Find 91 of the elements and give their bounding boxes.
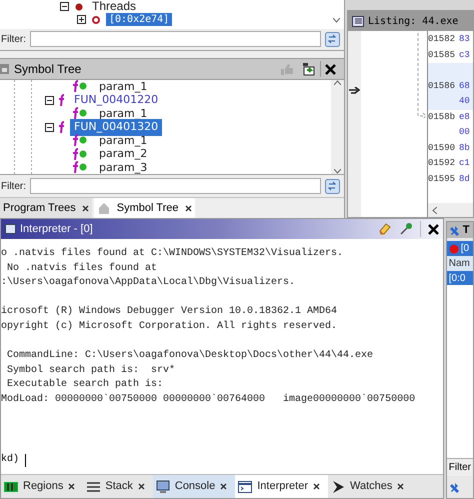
thumb-icon[interactable]	[280, 62, 294, 76]
collapse-icon[interactable]	[45, 122, 54, 132]
tree-item[interactable]: Threads	[89, 0, 140, 13]
parameter-icon	[72, 161, 87, 174]
terminal-icon	[238, 480, 252, 494]
bytes-text: 8b	[459, 142, 470, 154]
tab[interactable]: Interpreter	[235, 475, 328, 498]
field-label: Filter:	[1, 32, 26, 47]
bytes-text: e8	[459, 110, 470, 124]
expand-icon[interactable]	[77, 15, 86, 24]
scroll-up-icon[interactable]	[334, 80, 341, 86]
tree-item[interactable]: [0:0x2e74]	[106, 13, 172, 26]
tab[interactable]: Program Trees	[0, 198, 92, 218]
address-text: 01585	[428, 48, 455, 62]
eraser-icon[interactable]	[376, 222, 391, 236]
thread-title: [0	[460, 242, 470, 256]
address-text: 01595	[428, 172, 455, 186]
record-icon	[448, 244, 459, 254]
prompt-text: kd)	[1, 453, 20, 468]
scroll-down-icon[interactable]	[334, 169, 341, 174]
flow-arrow-icon	[349, 87, 360, 94]
terminal-icon	[5, 224, 16, 234]
console-line: o .natvis files found at C:\WINDOWS\SYSTEM32\Visualizers.	[1, 247, 344, 261]
close-icon[interactable]	[138, 483, 145, 490]
filter-icon[interactable]	[325, 178, 340, 194]
address-text: 01590	[428, 142, 455, 154]
address-text: 01582	[428, 33, 455, 46]
panel-title: Interpreter - [0]	[20, 222, 93, 237]
lines-icon	[86, 480, 100, 494]
filter-field[interactable]	[30, 178, 321, 194]
bytes-text: 8d	[459, 172, 470, 186]
collapse-icon[interactable]	[45, 96, 54, 105]
text-cursor	[25, 454, 26, 468]
tree-icon	[0, 62, 10, 76]
parameter-icon	[72, 107, 87, 120]
bytes-text: c1	[459, 157, 470, 170]
console-line: No .natvis files found at	[6, 262, 158, 276]
filter-icon[interactable]	[325, 32, 340, 47]
tab[interactable]: Symbol Tree	[94, 198, 194, 218]
panel-tab[interactable]: T	[446, 222, 473, 238]
collapse-icon[interactable]	[60, 2, 69, 11]
address-text: 01592	[428, 157, 455, 170]
dot-icon	[75, 2, 83, 10]
function-icon	[58, 94, 66, 107]
pointer-icon	[330, 480, 345, 494]
address-text: 01586	[428, 80, 455, 92]
panel-title: Listing: 44.exe	[368, 14, 458, 28]
address-text: 0158b	[428, 110, 455, 124]
panel-title: Symbol Tree	[14, 61, 82, 78]
tree-item[interactable]: FUN_00401320	[70, 119, 162, 136]
bytes-text: 68	[459, 80, 470, 92]
console-line: :\Users\oagafonova\AppData\Local\Dbg\Visualizers.	[1, 276, 296, 290]
function-icon	[58, 120, 66, 134]
console-line: icrosoft (R) Windows Debugger Version 10.0.18362.1 AMD64	[1, 304, 338, 320]
bytes-text: c3	[459, 48, 470, 62]
column-header[interactable]: Nam	[446, 256, 473, 271]
close-icon[interactable]	[325, 64, 336, 75]
close-icon[interactable]	[312, 483, 320, 490]
console-line: CommandLine: C:\Users\oagafonova\Desktop\Docs\other\44\44.exe	[6, 348, 374, 364]
close-icon[interactable]	[68, 483, 76, 490]
bytes-text: 83	[459, 33, 470, 46]
listing-icon	[352, 16, 364, 26]
tab[interactable]: Console	[152, 475, 236, 498]
close-icon[interactable]	[397, 483, 404, 490]
ring-icon	[92, 16, 100, 24]
parameter-icon	[72, 134, 87, 148]
close-icon[interactable]	[428, 224, 439, 234]
scrollbar[interactable]	[331, 80, 344, 174]
export-icon[interactable]	[302, 62, 316, 76]
console-line: opyright (c) Microsoft Corporation. All rights reserved.	[1, 320, 338, 334]
scrollbar[interactable]	[428, 203, 473, 217]
filter-field[interactable]	[30, 31, 321, 48]
memory-icon	[4, 480, 18, 494]
close-icon[interactable]	[184, 204, 192, 212]
close-icon[interactable]	[220, 483, 228, 490]
console-line: ModLoad: 00000000`00750000 00000000`00764000 image00000000`00750000	[1, 392, 416, 407]
field-label: Filter	[446, 458, 473, 476]
parameter-icon	[72, 148, 87, 161]
field-label: Filter:	[1, 180, 26, 194]
scroll-down-icon[interactable]	[333, 18, 340, 23]
bytes-text: 40	[459, 95, 470, 108]
console-line: Symbol search path is: srv*	[6, 364, 176, 378]
close-icon[interactable]	[82, 204, 89, 212]
parameter-icon	[72, 80, 87, 94]
console-line: Executable search path is:	[6, 378, 164, 392]
tree-icon	[96, 201, 111, 215]
bytes-text: 00	[459, 126, 470, 139]
table-row[interactable]: [0:0	[446, 271, 473, 285]
monitor-icon	[156, 480, 170, 494]
scroll-left-icon[interactable]	[432, 206, 437, 214]
pin-icon[interactable]	[398, 222, 413, 236]
